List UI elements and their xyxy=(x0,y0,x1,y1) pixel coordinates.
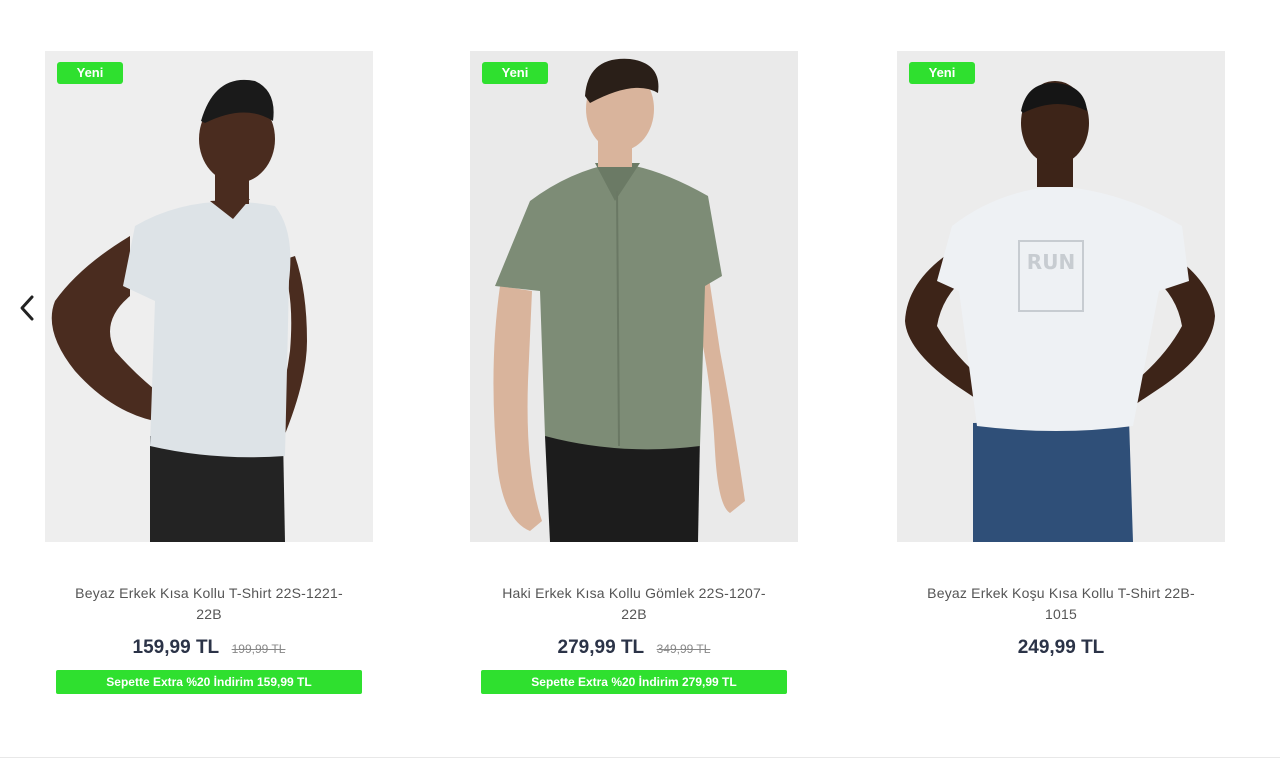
product-name-line: 22B xyxy=(196,606,222,622)
svg-text:RUN: RUN xyxy=(1027,250,1075,274)
promo-banner: Sepette Extra %20 İndirim 279,99 TL xyxy=(481,670,787,694)
product-image[interactable]: Yeni xyxy=(470,51,798,542)
current-price: 249,99 TL xyxy=(1017,637,1105,658)
product-carousel: Yeni Beyaz Erkek Kısa Kollu T-Shirt 22S-… xyxy=(0,0,1280,781)
price-row: 249,99 TL xyxy=(897,637,1225,659)
product-card[interactable]: Yeni Haki Erkek Kısa Kollu Gömlek 22S-12… xyxy=(470,0,810,720)
product-card[interactable]: Yeni Beyaz Erkek Kısa Kollu T-Shirt 22S-… xyxy=(45,0,385,720)
product-name-line: Beyaz Erkek Koşu Kısa Kollu T-Shirt 22B- xyxy=(927,585,1195,601)
new-badge: Yeni xyxy=(909,62,975,84)
current-price: 279,99 TL xyxy=(557,637,645,658)
old-price: 349,99 TL xyxy=(656,642,711,656)
product-image[interactable]: Yeni xyxy=(45,51,373,542)
price-row: 159,99 TL 199,99 TL xyxy=(45,637,373,659)
product-name[interactable]: Haki Erkek Kısa Kollu Gömlek 22S-1207- 2… xyxy=(470,583,798,625)
product-name-line: Haki Erkek Kısa Kollu Gömlek 22S-1207- xyxy=(502,585,766,601)
chevron-left-icon xyxy=(20,295,34,321)
product-image[interactable]: RUN Yeni xyxy=(897,51,1225,542)
promo-banner: Sepette Extra %20 İndirim 159,99 TL xyxy=(56,670,362,694)
section-divider xyxy=(0,757,1280,758)
product-name[interactable]: Beyaz Erkek Kısa Kollu T-Shirt 22S-1221-… xyxy=(45,583,373,625)
product-name[interactable]: Beyaz Erkek Koşu Kısa Kollu T-Shirt 22B-… xyxy=(897,583,1225,625)
carousel-prev-button[interactable] xyxy=(14,290,42,326)
price-row: 279,99 TL 349,99 TL xyxy=(470,637,798,659)
product-name-line: 1015 xyxy=(1045,606,1077,622)
product-name-line: Beyaz Erkek Kısa Kollu T-Shirt 22S-1221- xyxy=(75,585,343,601)
product-name-line: 22B xyxy=(621,606,647,622)
old-price: 199,99 TL xyxy=(231,642,286,656)
new-badge: Yeni xyxy=(57,62,123,84)
new-badge: Yeni xyxy=(482,62,548,84)
current-price: 159,99 TL xyxy=(132,637,220,658)
product-card[interactable]: RUN Yeni Beyaz Erkek Koşu Kısa Kollu T-S… xyxy=(897,0,1237,720)
